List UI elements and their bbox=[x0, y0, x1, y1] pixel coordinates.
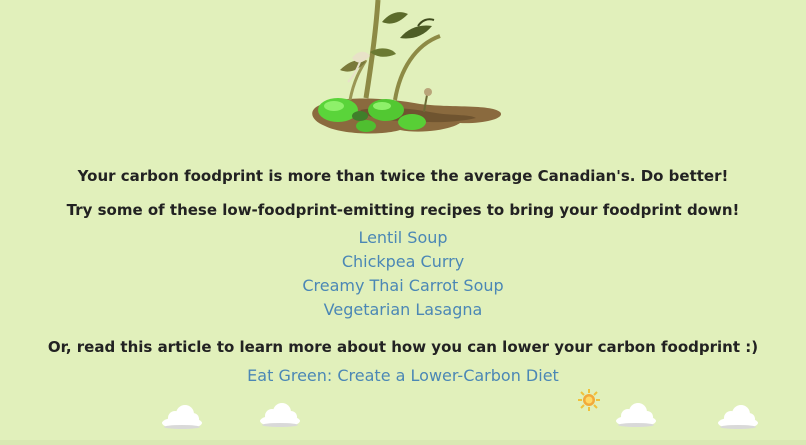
cloud-icon bbox=[160, 404, 204, 430]
cloud-icon bbox=[614, 402, 658, 428]
cloud-icon bbox=[258, 402, 302, 428]
wilted-plant-illustration bbox=[300, 0, 510, 150]
cloud-icon bbox=[716, 404, 760, 430]
results-page: Your carbon foodprint is more than twice… bbox=[0, 0, 806, 445]
recipe-link-chickpea-curry[interactable]: Chickpea Curry bbox=[0, 251, 806, 273]
article-prompt-text: Or, read this article to learn more abou… bbox=[47, 338, 759, 356]
recipe-suggestion-text: Try some of these low-foodprint-emitting… bbox=[66, 201, 740, 219]
article-link[interactable]: Eat Green: Create a Lower-Carbon Diet bbox=[0, 365, 806, 387]
recipe-link-vegetarian-lasagna[interactable]: Vegetarian Lasagna bbox=[0, 299, 806, 321]
recipe-link-creamy-thai-carrot-soup[interactable]: Creamy Thai Carrot Soup bbox=[0, 275, 806, 297]
sun-icon bbox=[577, 388, 601, 412]
result-message: Your carbon foodprint is more than twice… bbox=[77, 167, 729, 185]
recipe-link-lentil-soup[interactable]: Lentil Soup bbox=[0, 227, 806, 249]
bottom-divider bbox=[0, 440, 806, 445]
